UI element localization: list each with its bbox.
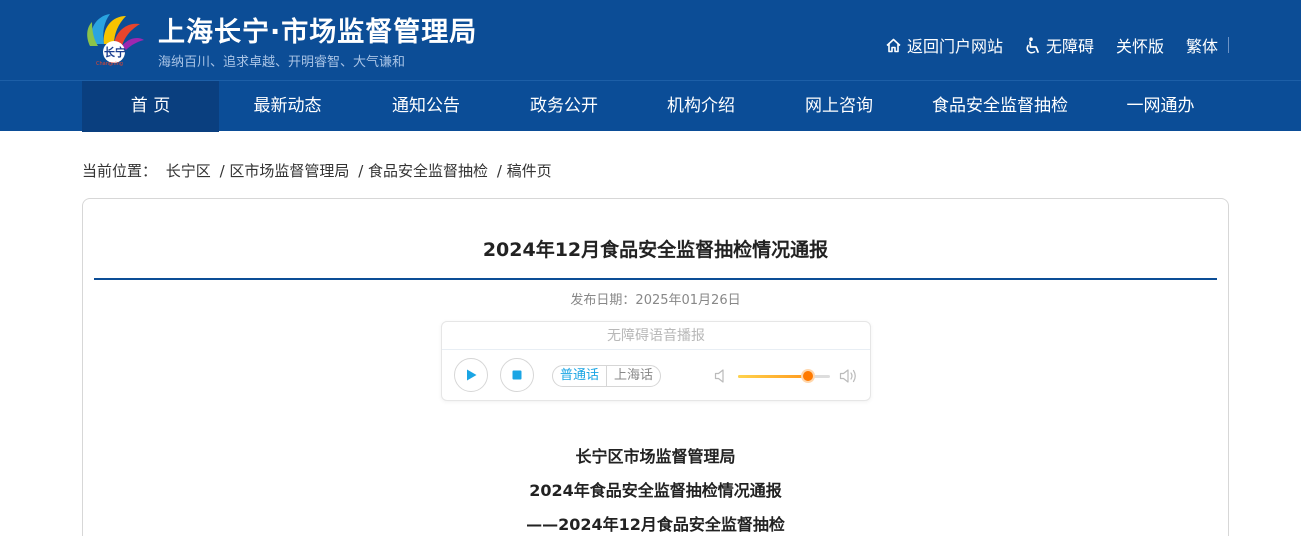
nav-item-notices[interactable]: 通知公告 [356,81,496,132]
main-nav: 首 页 最新动态 通知公告 政务公开 机构介绍 网上咨询 食品安全监督抽检 一网… [0,80,1301,132]
site-slogan: 海纳百川、追求卓越、开明睿智、大气谦和 [158,55,406,70]
portal-link[interactable]: 返回门户网站 [885,33,1003,57]
volume-slider[interactable] [738,371,830,381]
nav-item-about[interactable]: 机构介绍 [632,81,770,132]
volume-fill [738,375,808,378]
breadcrumb: 当前位置： 长宁区 / 区市场监督管理局 / 食品安全监督抽检 / 稿件页 [82,160,556,181]
accessibility-icon [1026,36,1039,54]
language-toggle: 普通话 上海话 [552,365,662,387]
body-line-subtitle: ——2024年12月食品安全监督抽检 [526,515,785,534]
breadcrumb-item-current: / 稿件页 [496,162,552,180]
traditional-chinese-label: 繁体 [1185,37,1218,56]
nav-item-home[interactable]: 首 页 [82,81,219,132]
nav-item-consult[interactable]: 网上咨询 [770,81,908,132]
article-card: 2024年12月食品安全监督抽检情况通报 发布日期：2025年01月26日 无障… [82,198,1229,536]
top-links-divider [1228,37,1229,53]
care-mode-link[interactable]: 关怀版 [1116,33,1164,57]
publish-date-value: 2025年01月26日 [635,293,741,308]
top-links: 返回门户网站 无障碍 关怀版 繁体 [863,33,1229,57]
play-icon [467,369,477,381]
audio-player: 无障碍语音播报 普通话 上海话 [441,321,871,401]
breadcrumb-prefix: 当前位置： [82,162,158,180]
publish-date-label: 发布日期： [570,293,636,308]
volume-high-icon[interactable] [839,367,859,385]
body-line-issuer: 长宁区市场监督管理局 [575,447,736,466]
nav-item-gov-affairs[interactable]: 政务公开 [496,81,632,132]
site-title: 上海长宁·市场监督管理局 [158,17,478,48]
play-button[interactable] [454,358,488,392]
stop-icon [512,370,522,380]
svg-text:长宁: 长宁 [104,45,126,59]
accessibility-link-label: 无障碍 [1045,37,1094,56]
language-shanghainese[interactable]: 上海话 [606,366,660,386]
publish-date: 发布日期：2025年01月26日 [83,289,1228,308]
nav-item-one-stop[interactable]: 一网通办 [1092,81,1229,132]
volume-knob[interactable] [802,371,813,381]
nav-item-food-safety[interactable]: 食品安全监督抽检 [908,81,1092,132]
stop-button[interactable] [500,358,534,392]
language-mandarin[interactable]: 普通话 [553,366,606,386]
breadcrumb-item-district[interactable]: 长宁区 [166,162,211,180]
accessibility-link[interactable]: 无障碍 [1025,33,1094,57]
nav-item-news[interactable]: 最新动态 [219,81,356,132]
portal-link-label: 返回门户网站 [906,37,1003,56]
title-divider [94,278,1217,280]
svg-text:Changning: Changning [96,61,123,66]
home-icon [886,38,901,52]
site-header: 长宁 Changning 上海长宁·市场监督管理局 海纳百川、追求卓越、开明睿智… [0,0,1301,80]
care-mode-label: 关怀版 [1115,37,1164,56]
breadcrumb-item-food-safety[interactable]: / 食品安全监督抽检 [358,162,488,180]
breadcrumb-item-bureau[interactable]: / 区市场监督管理局 [220,162,350,180]
volume-low-icon[interactable] [714,368,728,384]
body-line-report-title: 2024年食品安全监督抽检情况通报 [529,481,782,500]
traditional-chinese-link[interactable]: 繁体 [1186,33,1218,57]
article-title: 2024年12月食品安全监督抽检情况通报 [482,239,829,261]
player-caption: 无障碍语音播报 [442,322,870,350]
changning-logo-icon[interactable]: 长宁 Changning [82,10,148,67]
